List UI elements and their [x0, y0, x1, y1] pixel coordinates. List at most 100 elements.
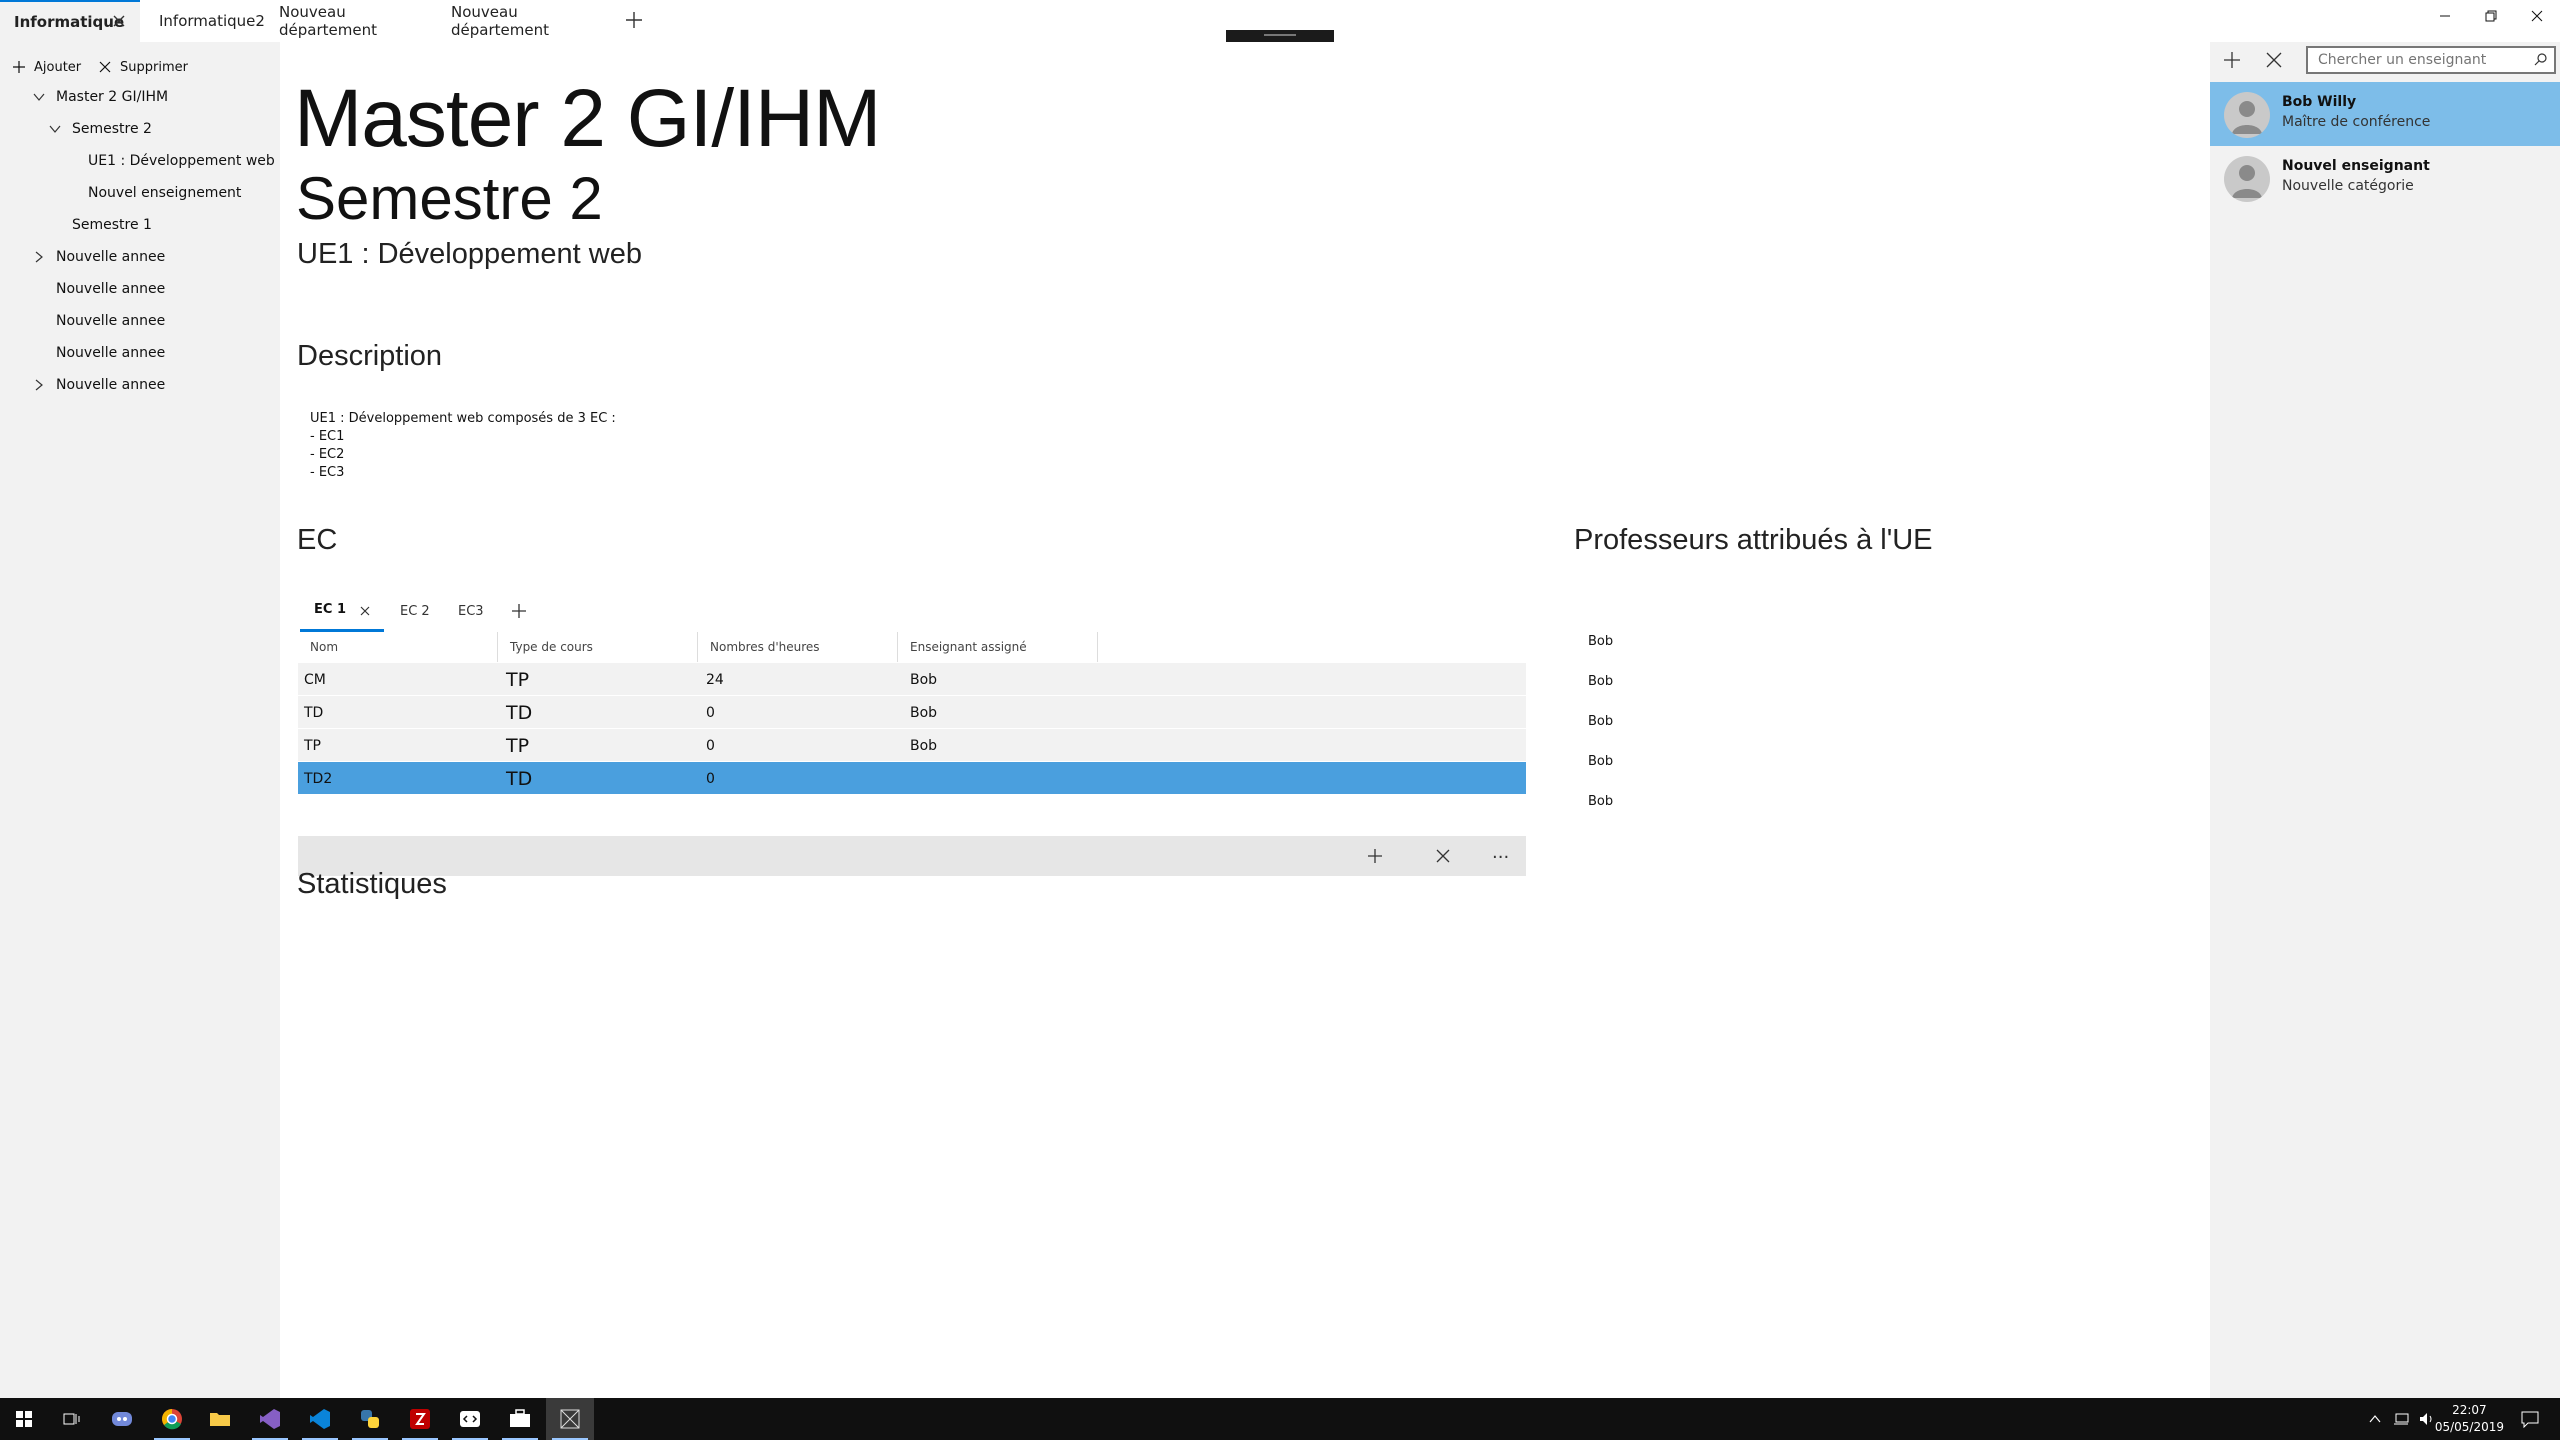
list-item[interactable]: Bob	[1588, 794, 1613, 809]
add-teacher-icon[interactable]	[2222, 50, 2242, 70]
add-icon[interactable]	[1366, 847, 1384, 865]
cell-nom: TP	[304, 737, 321, 754]
cell-heures[interactable]: 0	[706, 729, 715, 762]
tree-item-nouvelle-annee[interactable]: Nouvelle annee	[56, 274, 165, 304]
ec-tab-bar: EC 1 EC 2 EC3	[300, 590, 600, 632]
briefcase-icon[interactable]	[496, 1398, 544, 1440]
list-item[interactable]: Bob	[1588, 674, 1613, 689]
teacher-name: Nouvel enseignant	[2282, 158, 2430, 174]
list-item[interactable]: Bob	[1588, 754, 1613, 769]
tree-item-nouvel-enseignement[interactable]: Nouvel enseignement	[88, 178, 241, 208]
add-button[interactable]: Ajouter	[12, 50, 81, 84]
tree-item-master[interactable]: Master 2 GI/IHM	[56, 82, 168, 112]
close-icon[interactable]	[358, 604, 372, 618]
column-header-enseignant[interactable]: Enseignant assigné	[898, 632, 1098, 662]
delete-button[interactable]: Supprimer	[98, 50, 188, 84]
column-header-heures[interactable]: Nombres d'heures	[698, 632, 898, 662]
tree-item-nouvelle-annee[interactable]: Nouvelle annee	[56, 338, 165, 368]
chevron-up-icon[interactable]	[2368, 1412, 2382, 1426]
visual-studio-icon[interactable]	[246, 1398, 294, 1440]
restore-button[interactable]	[2468, 0, 2514, 32]
tree-item-nouvelle-annee[interactable]: Nouvelle annee	[56, 370, 165, 400]
chevron-down-icon[interactable]	[32, 90, 46, 104]
ec-heading: EC	[297, 524, 338, 556]
task-view-icon[interactable]	[48, 1398, 96, 1440]
teacher-role: Maître de conférence	[2282, 114, 2431, 130]
tab-nouveau-departement-2[interactable]: Nouveau département	[437, 0, 607, 42]
column-header-nom[interactable]: Nom	[298, 632, 498, 662]
cell-nom: TD	[304, 704, 324, 721]
cell-heures[interactable]: 0	[706, 696, 715, 729]
cell-type[interactable]: TD	[506, 696, 532, 729]
list-item[interactable]: Bob	[1588, 714, 1613, 729]
add-tab-icon[interactable]	[622, 8, 646, 32]
cell-enseignant[interactable]: Bob	[910, 729, 937, 762]
cell-type[interactable]: TP	[506, 729, 529, 762]
grid-command-bar: ...	[298, 836, 1526, 876]
drag-handle[interactable]	[1226, 30, 1334, 42]
grid-header: Nom Type de cours Nombres d'heures Ensei…	[298, 632, 1526, 662]
restore-icon	[2485, 10, 2497, 22]
search-input[interactable]	[2306, 46, 2556, 74]
column-header-type[interactable]: Type de cours	[498, 632, 698, 662]
app-icon[interactable]	[546, 1398, 594, 1440]
tab-label: EC 2	[400, 603, 430, 619]
tab-nouveau-departement[interactable]: Nouveau département	[265, 0, 435, 42]
table-row[interactable]: TP TP 0 Bob	[298, 729, 1526, 762]
cell-enseignant[interactable]: Bob	[910, 696, 937, 729]
windows-start-icon[interactable]	[0, 1398, 48, 1440]
tab-ec2[interactable]: EC 2	[400, 590, 430, 632]
search-icon[interactable]	[2534, 52, 2548, 66]
chrome-icon[interactable]	[148, 1398, 196, 1440]
network-icon[interactable]	[2392, 1411, 2410, 1427]
clock[interactable]: 22:07 05/05/2019	[2435, 1402, 2504, 1436]
table-row[interactable]: CM TP 24 Bob	[298, 663, 1526, 696]
description-heading: Description	[297, 340, 443, 372]
cell-heures[interactable]: 0	[706, 762, 715, 795]
tab-label: Informatique2	[159, 12, 265, 30]
close-icon	[99, 61, 111, 73]
chevron-right-icon[interactable]	[32, 250, 46, 264]
title-bar: Informatique Informatique2 Nouveau dépar…	[0, 0, 2560, 42]
delete-icon[interactable]	[1434, 847, 1452, 865]
statistics-heading: Statistiques	[297, 868, 447, 900]
chevron-down-icon[interactable]	[48, 122, 62, 136]
vscode-icon[interactable]	[296, 1398, 344, 1440]
tree-item-semestre-2[interactable]: Semestre 2	[72, 114, 152, 144]
add-ec-icon[interactable]	[510, 602, 528, 620]
discord-icon[interactable]	[98, 1398, 146, 1440]
teacher-item-nouvel-enseignant[interactable]: Nouvel enseignant Nouvelle catégorie	[2210, 146, 2560, 210]
python-icon[interactable]	[346, 1398, 394, 1440]
tab-ec3[interactable]: EC3	[458, 590, 484, 632]
table-row-selected[interactable]: TD2 TD 0	[298, 762, 1526, 795]
tree-item-nouvelle-annee[interactable]: Nouvelle annee	[56, 242, 165, 272]
cell-type[interactable]: TD	[506, 762, 532, 795]
minimize-icon	[2440, 15, 2450, 17]
file-explorer-icon[interactable]	[196, 1398, 244, 1440]
close-icon	[2531, 10, 2543, 22]
cell-heures[interactable]: 24	[706, 663, 724, 696]
cell-enseignant[interactable]: Bob	[910, 663, 937, 696]
tab-informatique2[interactable]: Informatique2	[145, 0, 265, 42]
minimize-button[interactable]	[2422, 0, 2468, 32]
teacher-item-bob-willy[interactable]: Bob Willy Maître de conférence	[2210, 82, 2560, 146]
close-window-button[interactable]	[2514, 0, 2560, 32]
tab-ec1[interactable]: EC 1	[300, 590, 384, 632]
tree-item-nouvelle-annee[interactable]: Nouvelle annee	[56, 306, 165, 336]
description-text[interactable]: UE1 : Développement web composés de 3 EC…	[310, 410, 616, 482]
chevron-right-icon[interactable]	[32, 378, 46, 392]
cell-type[interactable]: TP	[506, 663, 529, 696]
volume-icon[interactable]	[2418, 1411, 2436, 1427]
notifications-icon[interactable]	[2520, 1410, 2540, 1428]
table-row[interactable]: TD TD 0 Bob	[298, 696, 1526, 729]
tree-item-semestre-1[interactable]: Semestre 1	[72, 210, 152, 240]
tab-informatique[interactable]: Informatique	[0, 0, 140, 42]
more-button[interactable]: ...	[1492, 842, 1509, 863]
list-item[interactable]: Bob	[1588, 634, 1613, 649]
delete-teacher-icon[interactable]	[2264, 50, 2284, 70]
tree-item-ue1[interactable]: UE1 : Développement web	[88, 146, 275, 176]
filezilla-icon[interactable]	[396, 1398, 444, 1440]
clock-time: 22:07	[2452, 1403, 2487, 1417]
code-editor-icon[interactable]	[446, 1398, 494, 1440]
close-icon[interactable]	[110, 12, 128, 30]
